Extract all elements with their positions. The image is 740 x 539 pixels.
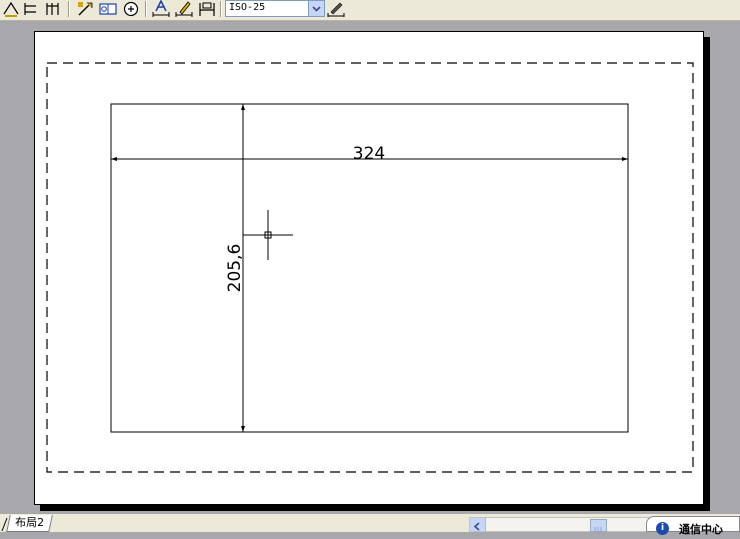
- communication-center-button[interactable]: i 通信中心: [646, 516, 740, 536]
- tab-layout2[interactable]: 布局2: [6, 515, 53, 532]
- dimension-arrow: [622, 157, 628, 161]
- horizontal-scrollbar[interactable]: [469, 517, 649, 532]
- chevron-left-icon: [473, 522, 480, 531]
- info-icon: i: [656, 522, 669, 535]
- printable-area-border: [46, 62, 694, 473]
- dimension-arrow: [241, 104, 245, 110]
- grip-icon: [594, 527, 602, 532]
- scroll-left-button[interactable]: [470, 518, 486, 531]
- drawing-canvas[interactable]: 324 205,6: [0, 0, 740, 532]
- communication-center-label: 通信中心: [679, 523, 723, 536]
- horizontal-dimension-text: 324: [353, 144, 385, 164]
- scrollbar-thumb[interactable]: [590, 519, 607, 532]
- crosshair-cursor-icon: [243, 210, 293, 260]
- dimension-arrow: [241, 426, 245, 432]
- tab-layout2-label: 布局2: [15, 516, 45, 529]
- vertical-dimension-text: 205,6: [225, 244, 245, 293]
- dimension-arrow: [111, 157, 117, 161]
